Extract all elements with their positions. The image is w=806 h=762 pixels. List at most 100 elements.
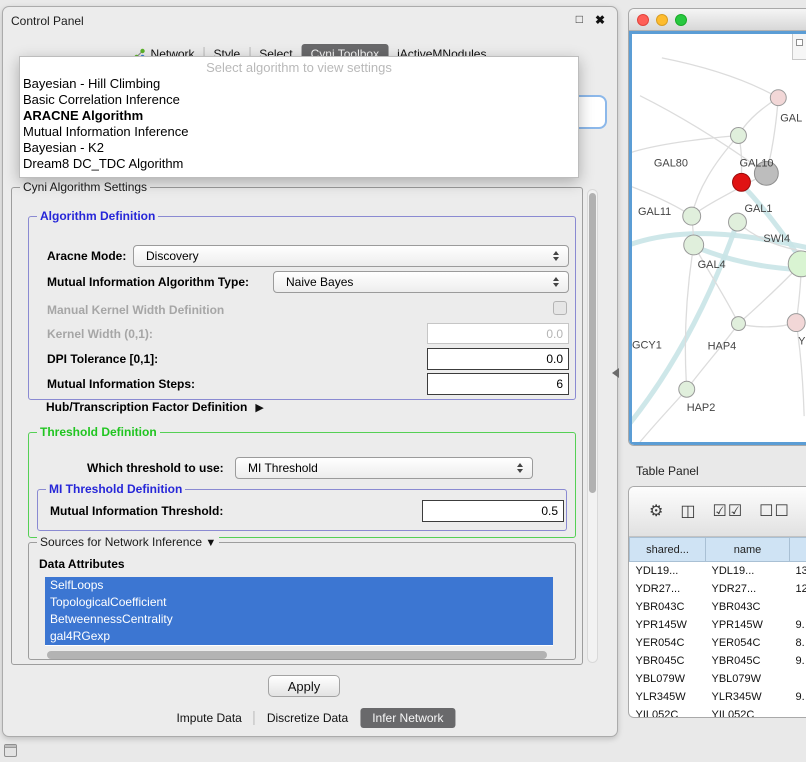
network-node[interactable] bbox=[732, 317, 746, 331]
unselect-all-columns-icon[interactable]: ☐☐ bbox=[759, 504, 790, 520]
which-threshold-combobox[interactable]: MI Threshold bbox=[235, 457, 533, 479]
network-node[interactable] bbox=[787, 314, 805, 332]
table-row[interactable]: YPR145WYPR145W9. bbox=[630, 616, 806, 634]
network-canvas[interactable]: GALGAL80GAL10GAL11GAL1SWI4GAL4GCY1HAP4HA… bbox=[629, 31, 806, 445]
which-threshold-value: MI Threshold bbox=[236, 461, 512, 475]
control-panel-titlebar: Control Panel □ ✖ bbox=[3, 7, 617, 33]
close-traffic-light[interactable] bbox=[637, 14, 649, 26]
mi-steps-field[interactable]: 6 bbox=[427, 373, 569, 395]
table-cell: YBL079W bbox=[706, 670, 790, 688]
birdseye-widget[interactable] bbox=[792, 34, 806, 60]
table-panel-window: ⚙◫☑☑☐☐ shared...name YDL19...YDL19...13Y… bbox=[628, 486, 806, 718]
settings-scrollbar-thumb[interactable] bbox=[589, 193, 596, 493]
column-header[interactable] bbox=[790, 538, 806, 562]
network-node[interactable] bbox=[731, 128, 747, 144]
table-row[interactable]: YBR043CYBR043C bbox=[630, 598, 806, 616]
node-label: Y bbox=[798, 335, 806, 347]
mi-threshold-definition-title: MI Threshold Definition bbox=[46, 482, 185, 496]
control-panel-window: Control Panel □ ✖ Network Style Select C… bbox=[2, 6, 618, 737]
attribute-item[interactable]: TopologicalCoefficient bbox=[45, 594, 553, 611]
collapse-down-icon[interactable]: ▼ bbox=[205, 537, 216, 549]
dpi-tolerance-field[interactable]: 0.0 bbox=[427, 348, 569, 370]
algorithm-dropdown-popup: Select algorithm to view settings Bayesi… bbox=[19, 56, 579, 178]
manual-kernel-width-checkbox[interactable] bbox=[553, 301, 567, 315]
threshold-definition-title: Threshold Definition bbox=[37, 425, 160, 439]
sources-group: Sources for Network Inference ▼ Data Att… bbox=[28, 542, 576, 660]
attribute-item[interactable]: SelfLoops bbox=[45, 577, 553, 594]
table-row[interactable]: YBR045CYBR045C9. bbox=[630, 652, 806, 670]
algorithm-option[interactable]: Basic Correlation Inference bbox=[20, 92, 578, 108]
node-label: HAP2 bbox=[687, 402, 716, 414]
network-node[interactable] bbox=[770, 90, 786, 106]
tab-infer-network[interactable]: Infer Network bbox=[360, 708, 455, 728]
birdseye-square-icon bbox=[796, 39, 803, 46]
settings-scrollbar[interactable] bbox=[587, 189, 598, 663]
which-threshold-label: Which threshold to use: bbox=[87, 461, 224, 475]
node-label: GAL80 bbox=[654, 157, 688, 169]
aracne-mode-label: Aracne Mode: bbox=[47, 249, 126, 263]
algorithm-option[interactable]: Dream8 DC_TDC Algorithm bbox=[20, 156, 578, 172]
table-cell: YPR145W bbox=[630, 616, 706, 634]
expand-right-icon[interactable]: ▶ bbox=[255, 401, 263, 414]
mi-algorithm-type-combobox[interactable]: Naive Bayes bbox=[273, 271, 569, 293]
tab-discretize-data[interactable]: Discretize Data bbox=[255, 708, 360, 728]
tab-impute-data[interactable]: Impute Data bbox=[164, 708, 253, 728]
algorithm-option[interactable]: Bayesian - K2 bbox=[20, 140, 578, 156]
table-cell: YLR345W bbox=[706, 688, 790, 706]
mi-threshold-definition-group: MI Threshold Definition Mutual Informati… bbox=[37, 489, 567, 531]
network-node[interactable] bbox=[683, 207, 701, 225]
kernel-width-field[interactable]: 0.0 bbox=[427, 323, 569, 344]
aracne-mode-combobox[interactable]: Discovery bbox=[133, 245, 569, 267]
mi-algorithm-type-value: Naive Bayes bbox=[274, 275, 548, 289]
table-row[interactable]: YLR345WYLR345W9. bbox=[630, 688, 806, 706]
mi-threshold-field[interactable]: 0.5 bbox=[422, 500, 564, 522]
table-cell: 13 bbox=[790, 562, 806, 580]
table-row[interactable]: YDL19...YDL19...13 bbox=[630, 562, 806, 580]
zoom-traffic-light[interactable] bbox=[675, 14, 687, 26]
algorithm-option[interactable]: Bayesian - Hill Climbing bbox=[20, 76, 578, 92]
network-node[interactable] bbox=[733, 173, 751, 191]
panel-collapse-arrow[interactable] bbox=[612, 368, 619, 378]
table-cell bbox=[790, 598, 806, 616]
table-cell: YBR043C bbox=[706, 598, 790, 616]
node-label: GAL bbox=[780, 113, 802, 125]
mini-panel-icon[interactable] bbox=[4, 744, 17, 757]
close-icon[interactable]: ✖ bbox=[595, 13, 605, 27]
table-cell: 8. bbox=[790, 634, 806, 652]
network-node[interactable] bbox=[684, 235, 704, 255]
table-row[interactable]: YBL079WYBL079W bbox=[630, 670, 806, 688]
hub-transcription-factor-section[interactable]: Hub/Transcription Factor Definition ▶ bbox=[46, 400, 264, 414]
network-edge bbox=[685, 245, 693, 389]
apply-button[interactable]: Apply bbox=[268, 675, 340, 697]
table-row[interactable]: YIL052CYIL052C bbox=[630, 706, 806, 719]
data-attributes-list[interactable]: SelfLoopsTopologicalCoefficientBetweenne… bbox=[45, 577, 553, 646]
mi-threshold-label: Mutual Information Threshold: bbox=[50, 504, 223, 518]
column-header[interactable]: shared... bbox=[630, 538, 706, 562]
settings-gear-icon[interactable]: ⚙ bbox=[649, 504, 664, 520]
mi-steps-label: Mutual Information Steps: bbox=[47, 377, 195, 391]
attribute-item[interactable]: BetweennessCentrality bbox=[45, 611, 553, 628]
minimize-traffic-light[interactable] bbox=[656, 14, 668, 26]
sources-group-title[interactable]: Sources for Network Inference ▼ bbox=[37, 535, 219, 550]
combo-arrows-icon bbox=[548, 251, 564, 261]
column-header[interactable]: name bbox=[706, 538, 790, 562]
network-node[interactable] bbox=[729, 213, 747, 231]
table-cell bbox=[790, 706, 806, 719]
algorithm-option[interactable]: Mutual Information Inference bbox=[20, 124, 578, 140]
show-columns-icon[interactable]: ◫ bbox=[680, 504, 696, 520]
table-row[interactable]: YDR27...YDR27...12 bbox=[630, 580, 806, 598]
attribute-item[interactable]: gal4RGexp bbox=[45, 628, 553, 645]
table-row[interactable]: YER054CYER054C8. bbox=[630, 634, 806, 652]
float-window-icon[interactable]: □ bbox=[576, 12, 583, 26]
table-cell: YIL052C bbox=[706, 706, 790, 719]
combo-arrows-icon bbox=[548, 277, 564, 287]
attributes-horizontal-scrollbar[interactable] bbox=[47, 651, 547, 659]
network-node[interactable] bbox=[679, 381, 695, 397]
table-cell: YPR145W bbox=[706, 616, 790, 634]
select-all-columns-icon[interactable]: ☑☑ bbox=[712, 504, 743, 520]
table-cell: 9. bbox=[790, 652, 806, 670]
network-node[interactable] bbox=[788, 251, 806, 277]
node-label: GAL4 bbox=[698, 259, 726, 271]
table-header-row: shared...name bbox=[630, 538, 806, 562]
algorithm-option[interactable]: ARACNE Algorithm bbox=[20, 108, 578, 124]
